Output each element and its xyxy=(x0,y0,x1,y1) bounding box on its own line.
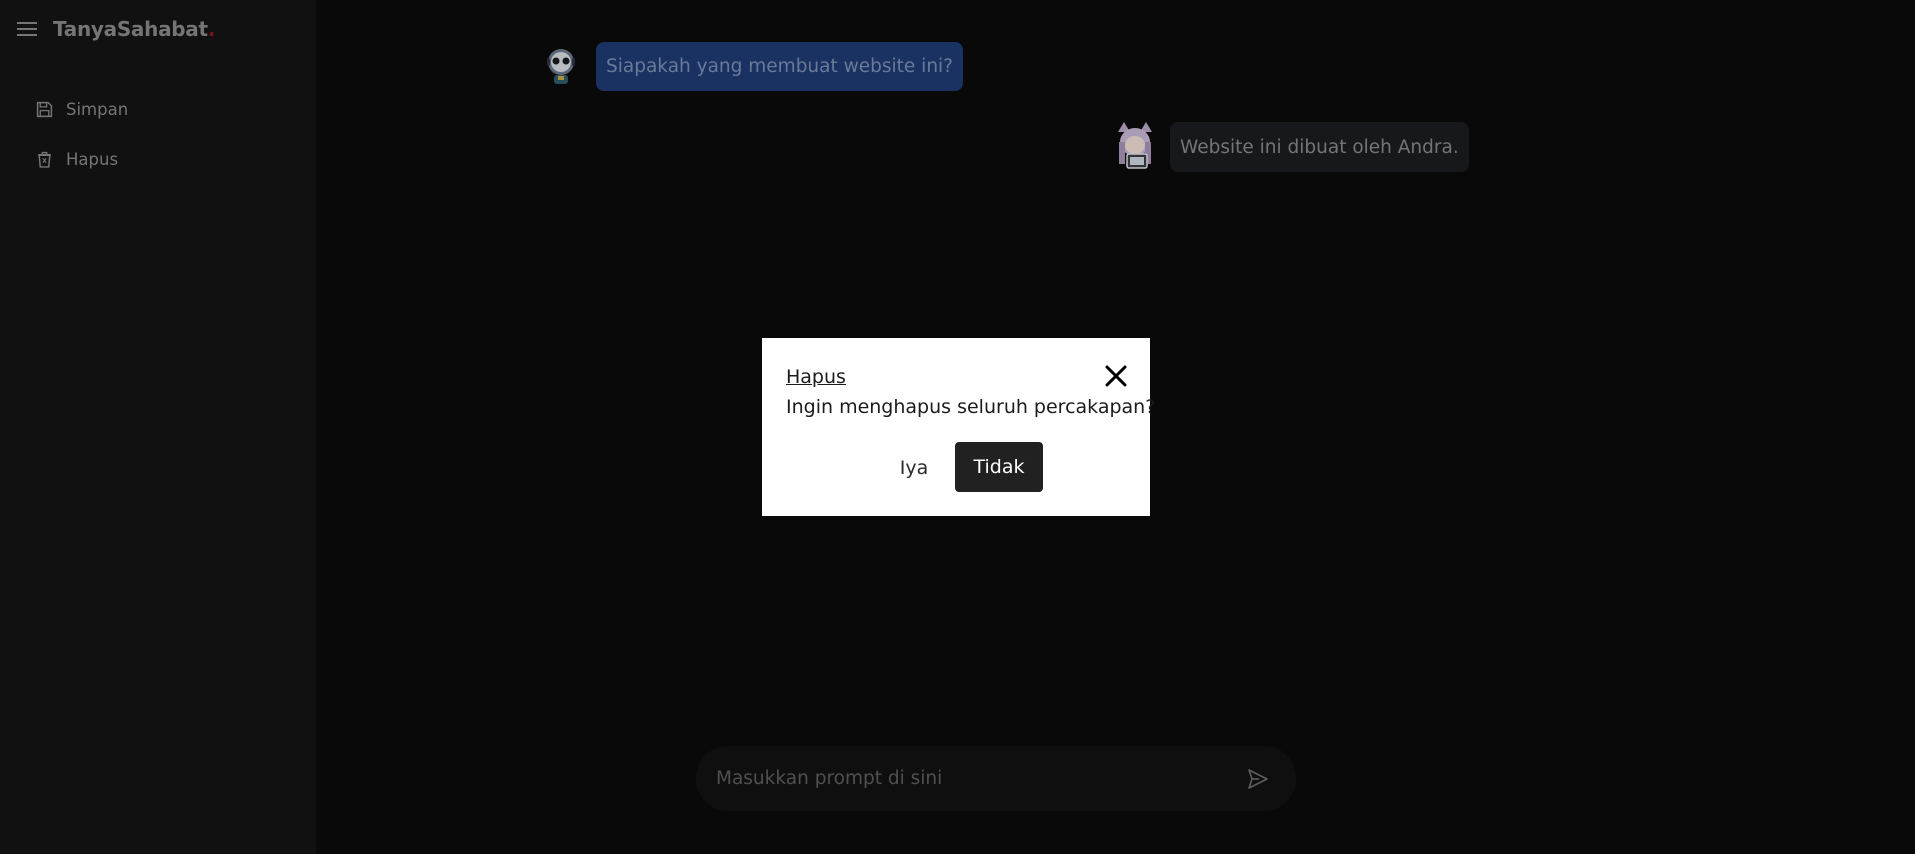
dialog-message: Ingin menghapus seluruh percakapan? xyxy=(786,396,1156,418)
close-icon xyxy=(1105,365,1127,387)
confirm-yes-button[interactable]: Iya xyxy=(878,443,950,493)
cancel-no-button[interactable]: Tidak xyxy=(955,442,1043,492)
dialog-title: Hapus xyxy=(786,366,846,388)
delete-confirm-dialog: Hapus Ingin menghapus seluruh percakapan… xyxy=(762,338,1155,516)
close-button[interactable] xyxy=(1102,362,1130,390)
